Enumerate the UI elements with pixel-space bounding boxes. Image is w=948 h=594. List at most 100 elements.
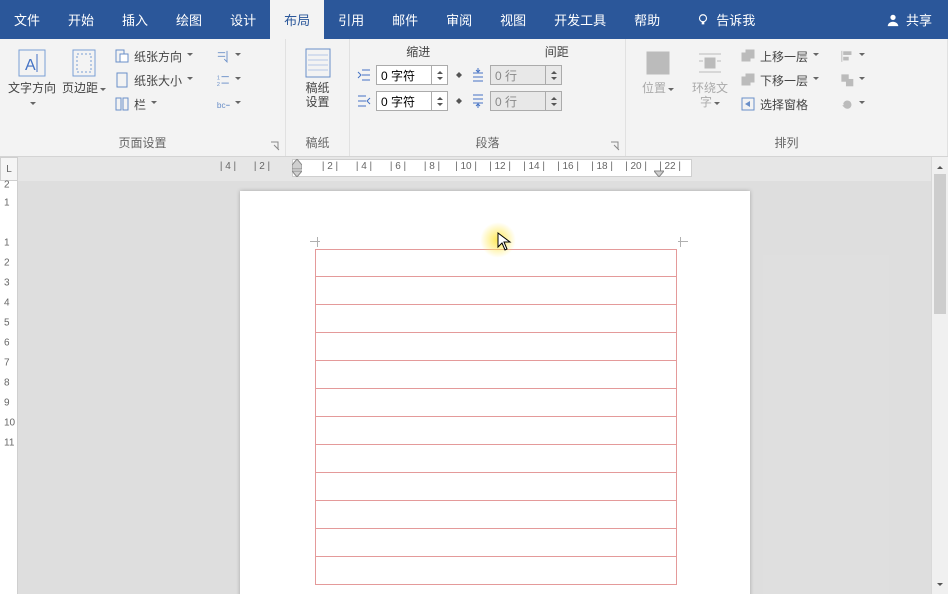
ruler-area: L | 4 || 2 || 2 || 4 || 6 || 8 || 10 || … (0, 157, 948, 181)
svg-text:2: 2 (217, 81, 220, 87)
margins-button[interactable]: 页边距 (58, 43, 110, 95)
align-icon (840, 49, 855, 64)
bring-forward-button: 上移一层 (736, 45, 836, 67)
orientation-icon (114, 48, 130, 64)
space-before-icon (470, 67, 486, 83)
group-page-setup: A 文字方向 页边距 纸张方向 纸张大小 (0, 39, 286, 156)
wrap-text-button: 环绕文 字 (684, 43, 736, 109)
manuscript-settings-button[interactable]: 稿纸 设置 (292, 43, 343, 109)
tell-me-search[interactable]: 告诉我 (682, 0, 769, 39)
page[interactable] (240, 191, 750, 594)
tab-mailings[interactable]: 邮件 (378, 0, 432, 39)
rotate-button (836, 93, 870, 115)
tab-home[interactable]: 开始 (54, 0, 108, 39)
indent-left-down[interactable] (432, 75, 447, 84)
svg-text:1: 1 (217, 75, 220, 81)
workspace: 211234567891011 (0, 181, 948, 594)
svg-text:A: A (25, 57, 36, 74)
scroll-down-button[interactable] (932, 577, 948, 594)
breaks-icon (216, 49, 231, 64)
manuscript-grid (315, 249, 677, 585)
indent-left-icon (356, 67, 372, 83)
text-direction-button[interactable]: A 文字方向 (6, 43, 58, 109)
hyphenation-icon: bc (216, 97, 231, 112)
link-indent-spacing-icon (452, 69, 466, 81)
vertical-ruler[interactable]: 211234567891011 (0, 181, 18, 594)
indent-right-icon (356, 93, 372, 109)
rotate-icon (840, 97, 855, 112)
link-indent-spacing-icon-2 (452, 95, 466, 107)
columns-button[interactable]: 栏 (110, 93, 212, 115)
tab-file[interactable]: 文件 (0, 0, 54, 39)
spacing-header: 间距 (495, 43, 620, 61)
group-paragraph: 缩进 间距 (350, 39, 626, 156)
share-button[interactable]: 共享 (870, 0, 948, 39)
orientation-button[interactable]: 纸张方向 (110, 45, 212, 67)
tab-help[interactable]: 帮助 (620, 0, 674, 39)
vertical-scrollbar[interactable] (931, 157, 948, 594)
wrap-text-icon (696, 49, 724, 77)
line-numbers-button[interactable]: 12 (212, 69, 246, 91)
tab-references[interactable]: 引用 (324, 0, 378, 39)
tell-me-label: 告诉我 (716, 10, 755, 29)
horizontal-ruler[interactable]: | 4 || 2 || 2 || 4 || 6 || 8 || 10 || 12… (222, 159, 930, 177)
group-manuscript: 稿纸 设置 稿纸 (286, 39, 350, 156)
scroll-thumb[interactable] (934, 174, 946, 314)
indent-header: 缩进 (356, 43, 481, 61)
group-label-paragraph: 段落 (350, 134, 625, 156)
send-backward-button: 下移一层 (736, 69, 836, 91)
ruler-corner[interactable]: L (0, 157, 18, 181)
lightbulb-icon (696, 13, 710, 27)
space-before-input[interactable] (490, 65, 562, 85)
page-setup-dialog-launcher[interactable] (269, 140, 281, 152)
document-canvas[interactable] (18, 181, 948, 594)
svg-text:bc: bc (217, 101, 226, 110)
group-icon (840, 73, 855, 88)
indent-right-down[interactable] (432, 101, 447, 110)
group-objects-button (836, 69, 870, 91)
share-label: 共享 (906, 10, 932, 29)
position-button: 位置 (632, 43, 684, 95)
group-label-arrange: 排列 (626, 134, 947, 156)
indent-right-up[interactable] (432, 92, 447, 101)
indent-left-input[interactable] (376, 65, 448, 85)
margins-icon (69, 48, 99, 78)
group-arrange: 位置 环绕文 字 上移一层 下移一层 选择窗格 (626, 39, 948, 156)
selection-pane-icon (740, 96, 756, 112)
indent-left-up[interactable] (432, 66, 447, 75)
scroll-up-button[interactable] (932, 157, 948, 174)
space-before-up[interactable] (546, 66, 561, 75)
position-icon (644, 49, 672, 77)
space-after-down[interactable] (546, 101, 561, 110)
group-label-page-setup: 页面设置 (0, 134, 285, 156)
align-button (836, 45, 870, 67)
tab-review[interactable]: 审阅 (432, 0, 486, 39)
bring-forward-icon (740, 48, 756, 64)
person-icon (886, 13, 900, 27)
tab-draw[interactable]: 绘图 (162, 0, 216, 39)
selection-pane-button[interactable]: 选择窗格 (736, 93, 836, 115)
space-before-down[interactable] (546, 75, 561, 84)
group-label-manuscript: 稿纸 (286, 134, 349, 156)
space-after-input[interactable] (490, 91, 562, 111)
paragraph-dialog-launcher[interactable] (609, 140, 621, 152)
tab-layout[interactable]: 布局 (270, 0, 324, 39)
breaks-button[interactable] (212, 45, 246, 67)
space-after-icon (470, 93, 486, 109)
menu-tab-bar: 文件 开始 插入 绘图 设计 布局 引用 邮件 审阅 视图 开发工具 帮助 告诉… (0, 0, 948, 39)
space-after-up[interactable] (546, 92, 561, 101)
text-direction-icon: A (17, 48, 47, 78)
ribbon: A 文字方向 页边距 纸张方向 纸张大小 (0, 39, 948, 157)
manuscript-icon (304, 47, 332, 79)
tab-developer[interactable]: 开发工具 (540, 0, 620, 39)
line-numbers-icon: 12 (216, 73, 231, 88)
indent-right-input[interactable] (376, 91, 448, 111)
tab-view[interactable]: 视图 (486, 0, 540, 39)
send-backward-icon (740, 72, 756, 88)
page-size-icon (114, 72, 130, 88)
columns-icon (114, 96, 130, 112)
tab-insert[interactable]: 插入 (108, 0, 162, 39)
size-button[interactable]: 纸张大小 (110, 69, 212, 91)
tab-design[interactable]: 设计 (216, 0, 270, 39)
hyphenation-button[interactable]: bc (212, 93, 246, 115)
